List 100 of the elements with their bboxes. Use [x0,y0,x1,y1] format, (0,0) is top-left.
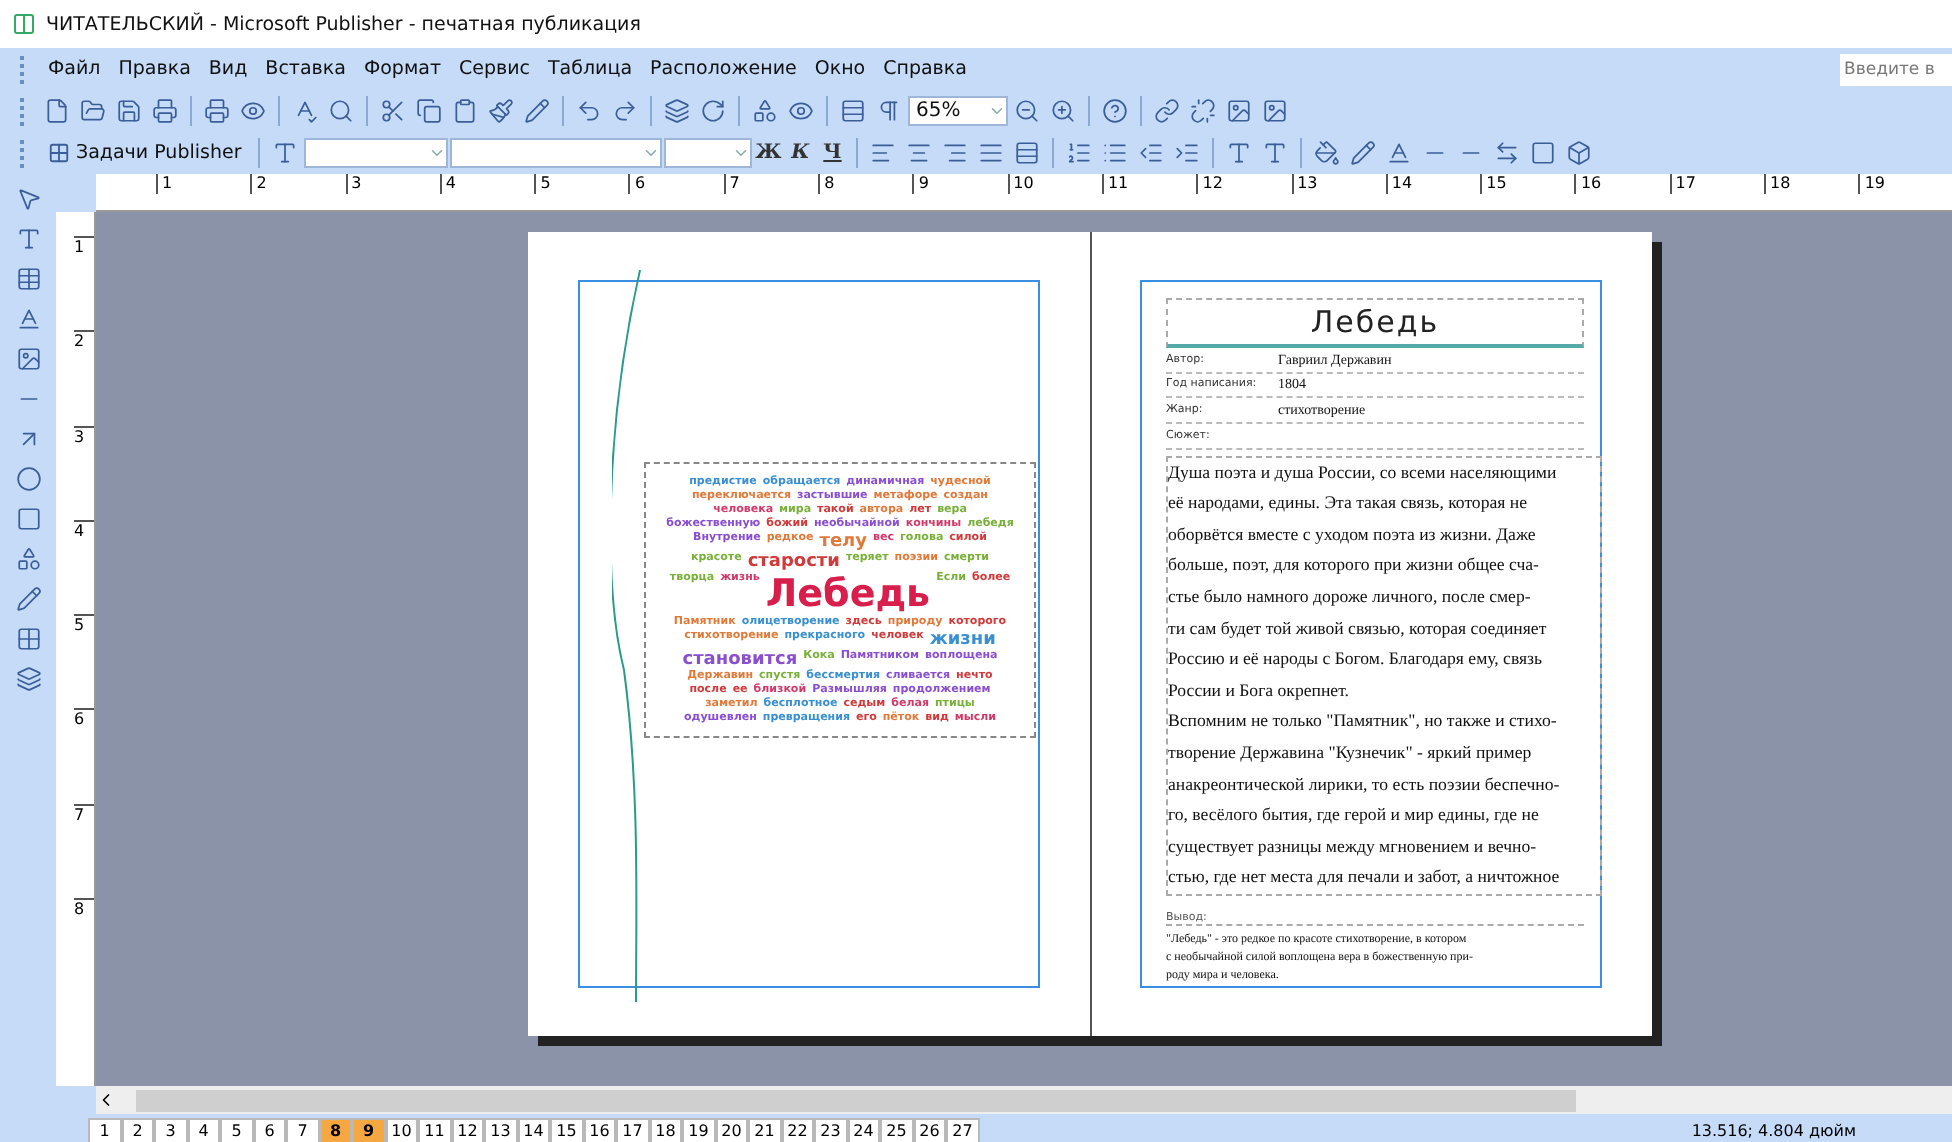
print-icon[interactable] [204,98,230,124]
format-button[interactable]: Ч [817,142,848,164]
page-tab[interactable]: 21 [748,1118,781,1142]
redo-icon[interactable] [612,98,638,124]
menu-item[interactable]: Вставка [257,58,354,80]
fill-color-icon[interactable] [1313,140,1340,166]
page-tab[interactable]: 26 [913,1118,946,1142]
page-tab[interactable]: 9 [352,1118,385,1142]
pilcrow-icon[interactable] [876,98,902,124]
outdent-icon[interactable] [1137,140,1164,166]
body-text-line: стью, где нет места для печали и забот, а ничтожное [1168,864,1562,891]
zoom-combo[interactable]: 65% [908,96,1008,126]
page-tab[interactable]: 16 [583,1118,616,1142]
page-preview-icon[interactable] [788,98,814,124]
layers-icon[interactable] [664,98,690,124]
document-title: Лебедь [1166,298,1584,348]
wordart-icon[interactable] [15,306,41,332]
autoshapes-icon[interactable] [15,546,41,572]
shapes-icon[interactable] [752,98,778,124]
page-tab[interactable]: 24 [847,1118,880,1142]
horizontal-ruler: 1 2 3 4 5 6 7 8 9 10 11 12 13 14 15 16 17 18 19 [96,174,1952,212]
menu-item[interactable]: Расположение [642,58,805,80]
page-tab[interactable]: 7 [286,1118,319,1142]
body-text-line: стье было намного дороже личного, после смер- [1168,584,1533,611]
research-icon[interactable] [328,98,354,124]
page-tab[interactable]: 20 [715,1118,748,1142]
menu-item[interactable]: Окно [806,58,874,80]
zoom-in-icon[interactable] [1050,98,1076,124]
page-tab[interactable]: 4 [187,1118,220,1142]
page-tab[interactable]: 19 [682,1118,715,1142]
page-tab[interactable]: 15 [550,1118,583,1142]
page-tab[interactable]: 12 [451,1118,484,1142]
table-icon[interactable] [15,266,41,292]
page-tab[interactable]: 18 [649,1118,682,1142]
page-tab[interactable]: 25 [880,1118,913,1142]
cloud-word: Лебедь [765,571,931,615]
menu-item[interactable]: Правка [110,58,199,80]
justify-icon[interactable] [977,140,1004,166]
cloud-word: жизни [929,629,996,649]
menu-item[interactable]: Таблица [540,58,641,80]
page-tab[interactable]: 5 [220,1118,253,1142]
page-tab[interactable]: 8 [319,1118,352,1142]
align-center-icon[interactable] [905,140,932,166]
page-tab[interactable]: 2 [121,1118,154,1142]
rectangle-icon[interactable] [15,506,41,532]
help-icon[interactable] [1102,98,1128,124]
page-tab[interactable]: 17 [616,1118,649,1142]
new-file-icon[interactable] [44,98,70,124]
page-tab[interactable]: 1 [88,1118,121,1142]
menu-item[interactable]: Формат [355,58,449,80]
page-tab[interactable]: 14 [517,1118,550,1142]
page-tab[interactable]: 13 [484,1118,517,1142]
pencil-icon[interactable] [524,98,550,124]
picture-icon[interactable] [15,346,41,372]
objects-icon[interactable] [15,666,41,692]
link-icon[interactable] [1154,98,1180,124]
save-icon[interactable] [116,98,142,124]
task-pane-button[interactable]: Задачи Publisher [40,142,250,164]
folder-icon[interactable] [80,98,106,124]
zoom-out-icon[interactable] [1014,98,1040,124]
preview-icon[interactable] [240,98,266,124]
format-button[interactable]: К [785,142,816,164]
oval-icon[interactable] [15,466,41,492]
page-tab[interactable]: 23 [814,1118,847,1142]
menu-item[interactable]: Файл [40,58,109,80]
page-tab[interactable]: 3 [154,1118,187,1142]
page-tab[interactable]: 27 [946,1118,979,1142]
copy-icon[interactable] [416,98,442,124]
format-button[interactable]: Ж [753,142,784,164]
numbered-list-icon[interactable] [1065,140,1092,166]
font-color-icon[interactable] [1385,140,1412,166]
picture-text-icon[interactable] [1262,98,1288,124]
horizontal-scrollbar[interactable] [96,1086,1952,1114]
cloud-word: телу [819,531,868,551]
menu-item[interactable]: Справка [875,58,975,80]
picture-icon[interactable] [1226,98,1252,124]
text-box-icon[interactable] [15,226,41,252]
align-right-icon[interactable] [941,140,968,166]
page-tab[interactable]: 10 [385,1118,418,1142]
line-color-icon[interactable] [1349,140,1376,166]
undo-icon[interactable] [576,98,602,124]
spellcheck-icon[interactable] [292,98,318,124]
align-left-icon[interactable] [869,140,896,166]
page-tab[interactable]: 11 [418,1118,451,1142]
pointer-icon[interactable] [15,186,41,212]
rotate-icon[interactable] [700,98,726,124]
format-painter-icon[interactable] [488,98,514,124]
help-search-field[interactable]: Введите в [1840,53,1952,85]
page-tab[interactable]: 6 [253,1118,286,1142]
cut-icon[interactable] [380,98,406,124]
paste-icon[interactable] [452,98,478,124]
styles-icon[interactable] [271,140,298,166]
page-tab[interactable]: 22 [781,1118,814,1142]
body-text-line: творение Державина "Кузнечик" - яркий пример [1168,740,1534,767]
unlink-icon[interactable] [1190,98,1216,124]
indent-icon[interactable] [1173,140,1200,166]
menu-item[interactable]: Вид [200,58,256,80]
menu-item[interactable]: Сервис [450,58,538,80]
body-text-line: Вспомним не только "Памятник", но также и стихо- [1168,708,1559,735]
arrow-style-icon[interactable] [1493,140,1520,166]
